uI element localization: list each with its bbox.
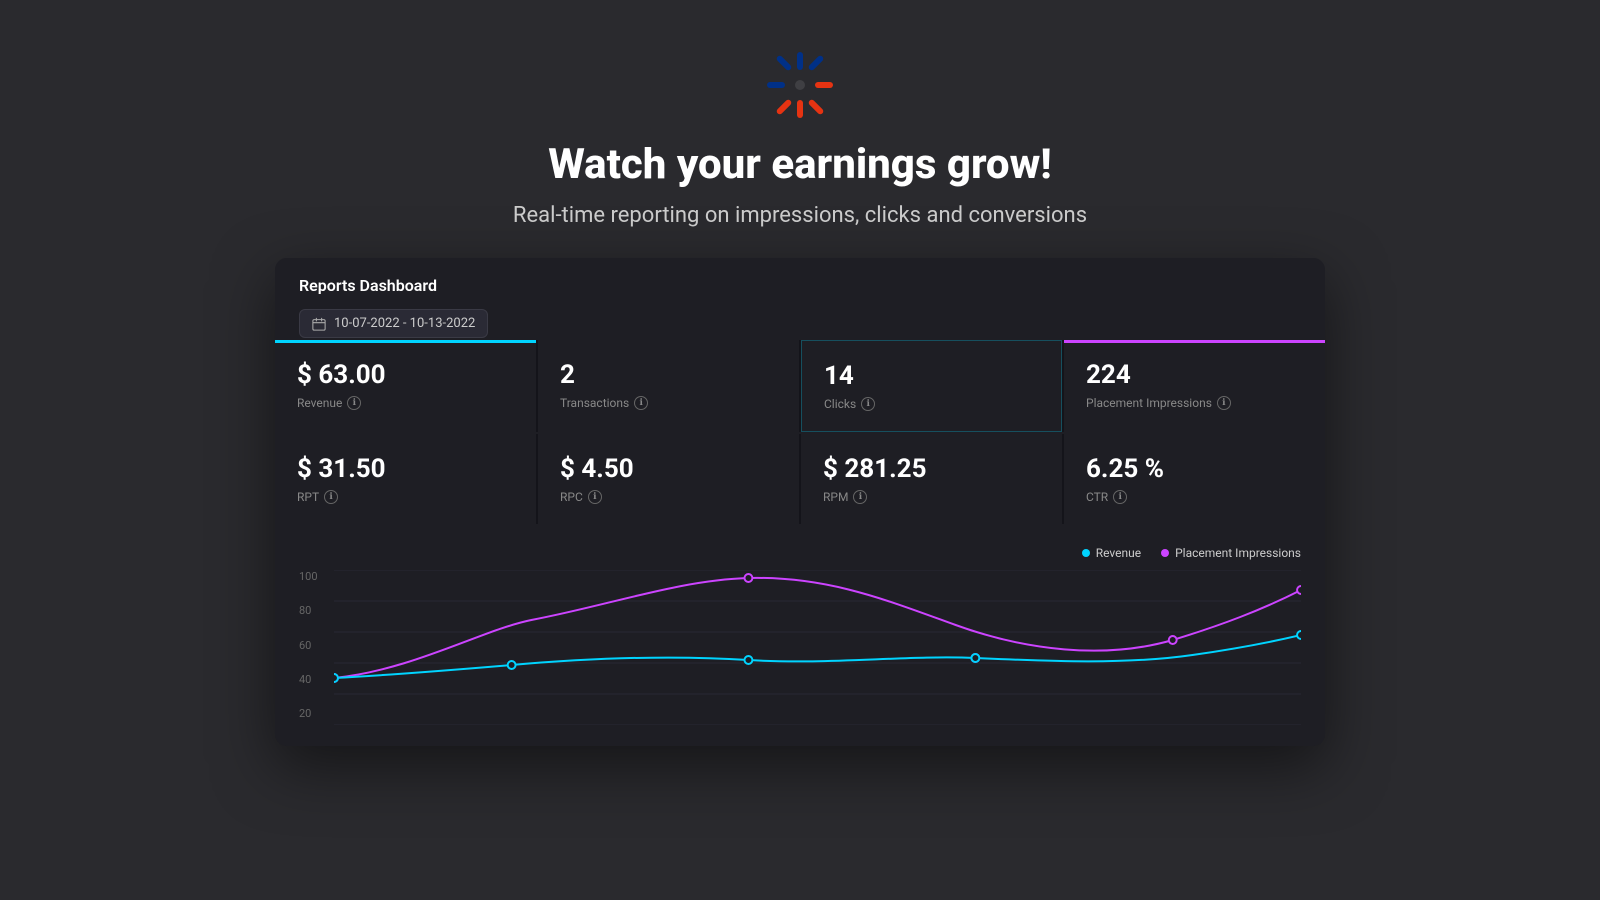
metric-value-clicks: 14 [824,361,1039,391]
metrics-bottom-row: $ 31.50 RPT ℹ $ 4.50 RPC ℹ $ 281.25 RPM … [275,434,1325,524]
metric-label-rpm: RPM ℹ [823,490,1040,504]
hero-subtitle: Real-time reporting on impressions, clic… [513,203,1087,228]
legend-dot-impressions [1161,549,1169,557]
y-label-100: 100 [299,570,318,583]
metric-label-ctr: CTR ℹ [1086,490,1303,504]
info-icon-impressions[interactable]: ℹ [1217,396,1231,410]
info-icon-transactions[interactable]: ℹ [634,396,648,410]
dashboard-header: Reports Dashboard 10-07-2022 - 10-13-202… [275,258,1325,338]
y-label-40: 40 [299,673,318,686]
metric-value-rpm: $ 281.25 [823,454,1040,484]
metric-card-rpc: $ 4.50 RPC ℹ [538,434,799,524]
metric-label-impressions: Placement Impressions ℹ [1086,396,1303,410]
chart-y-labels: 100 80 60 40 20 [299,570,318,725]
info-icon-clicks[interactable]: ℹ [861,397,875,411]
line-chart [334,570,1301,725]
metric-value-impressions: 224 [1086,360,1303,390]
y-label-20: 20 [299,707,318,720]
metric-card-transactions: 2 Transactions ℹ [538,340,799,432]
chart-svg-container [334,570,1301,725]
metric-value-ctr: 6.25 % [1086,454,1303,484]
hero-title: Watch your earnings grow! [548,140,1052,189]
chart-legend: Revenue Placement Impressions [299,546,1301,560]
metrics-top-row: $ 63.00 Revenue ℹ 2 Transactions ℹ 14 Cl… [275,340,1325,432]
info-icon-ctr[interactable]: ℹ [1113,490,1127,504]
legend-item-impressions: Placement Impressions [1161,546,1301,560]
info-icon-rpc[interactable]: ℹ [588,490,602,504]
metric-value-rpt: $ 31.50 [297,454,514,484]
chart-area: 100 80 60 40 20 [299,570,1301,725]
metric-label-transactions: Transactions ℹ [560,396,777,410]
brand-logo [765,50,835,120]
metric-value-rpc: $ 4.50 [560,454,777,484]
metric-card-revenue: $ 63.00 Revenue ℹ [275,340,536,432]
legend-label-revenue: Revenue [1096,546,1141,560]
legend-item-revenue: Revenue [1082,546,1141,560]
metric-value-transactions: 2 [560,360,777,390]
dashboard-container: Reports Dashboard 10-07-2022 - 10-13-202… [275,258,1325,746]
info-icon-rpm[interactable]: ℹ [853,490,867,504]
metric-label-rpt: RPT ℹ [297,490,514,504]
dashboard-title: Reports Dashboard [299,276,1301,295]
metric-card-rpt: $ 31.50 RPT ℹ [275,434,536,524]
metric-label-clicks: Clicks ℹ [824,397,1039,411]
calendar-icon [312,317,326,331]
info-icon-rpt[interactable]: ℹ [324,490,338,504]
hero-section: Watch your earnings grow! Real-time repo… [513,0,1087,228]
y-label-60: 60 [299,639,318,652]
metric-label-rpc: RPC ℹ [560,490,777,504]
metric-card-ctr: 6.25 % CTR ℹ [1064,434,1325,524]
info-icon-revenue[interactable]: ℹ [347,396,361,410]
chart-section: Revenue Placement Impressions 100 80 60 … [275,526,1325,746]
metric-card-impressions: 224 Placement Impressions ℹ [1064,340,1325,432]
metric-card-rpm: $ 281.25 RPM ℹ [801,434,1062,524]
y-label-80: 80 [299,604,318,617]
date-range-label: 10-07-2022 - 10-13-2022 [334,316,475,331]
legend-dot-revenue [1082,549,1090,557]
metric-card-clicks: 14 Clicks ℹ [801,340,1062,432]
date-range-picker[interactable]: 10-07-2022 - 10-13-2022 [299,309,488,338]
metric-label-revenue: Revenue ℹ [297,396,514,410]
metric-value-revenue: $ 63.00 [297,360,514,390]
legend-label-impressions: Placement Impressions [1175,546,1301,560]
